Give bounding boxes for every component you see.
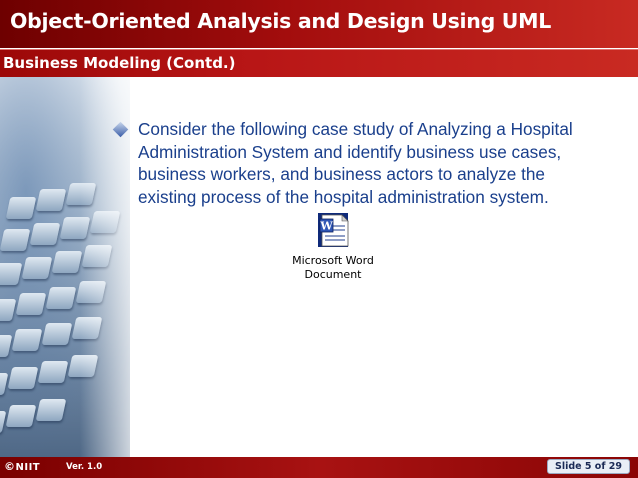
word-document-icon[interactable]: W <box>317 212 351 248</box>
bullet-text: Consider the following case study of Ana… <box>138 119 573 207</box>
version-label: Ver. 1.0 <box>66 462 103 472</box>
slide-number-badge: Slide 5 of 29 <box>546 459 630 474</box>
title-bar: Object-Oriented Analysis and Design Usin… <box>0 0 638 48</box>
svg-text:W: W <box>319 220 333 233</box>
slide-subtitle: Business Modeling (Contd.) <box>3 54 236 72</box>
copyright-symbol: © <box>4 460 16 473</box>
slide-title: Object-Oriented Analysis and Design Usin… <box>10 9 552 33</box>
logo-text: NIIT <box>15 462 41 473</box>
word-document-label-line1: Microsoft Word <box>292 254 374 267</box>
subtitle-bar: Business Modeling (Contd.) <box>0 49 638 77</box>
word-document-label-line2: Document <box>304 268 362 281</box>
footer-bar: ©NIIT Ver. 1.0 Slide 5 of 29 <box>0 457 638 478</box>
niit-logo: ©NIIT <box>4 460 40 473</box>
word-document-label[interactable]: Microsoft Word Document <box>270 254 396 282</box>
